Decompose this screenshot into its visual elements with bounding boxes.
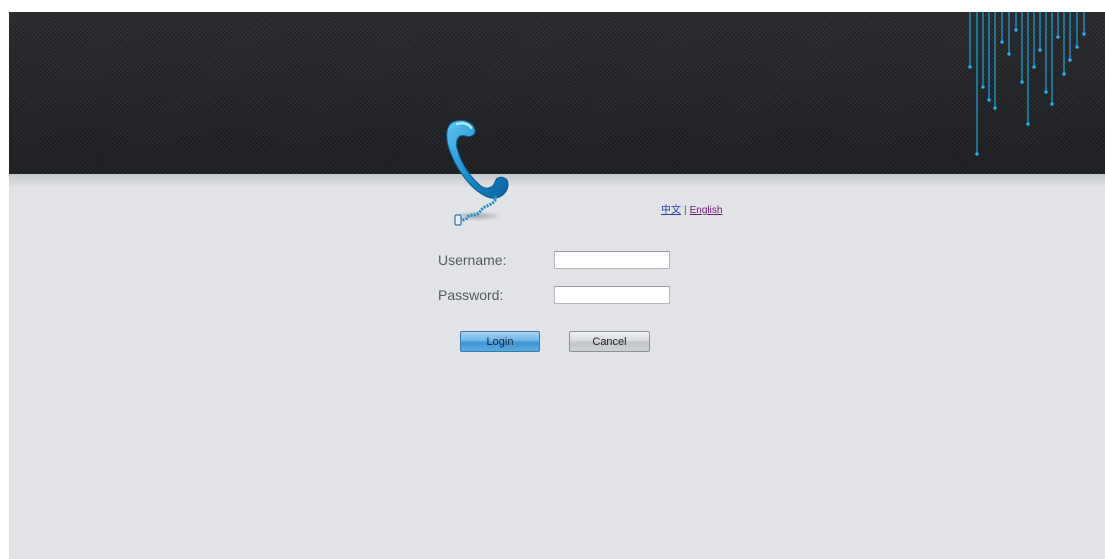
lang-separator: | <box>684 205 687 216</box>
telephone-handset-icon <box>446 119 509 226</box>
language-switcher: 中文 | English <box>661 201 722 216</box>
password-label: Password: <box>438 287 504 303</box>
username-input[interactable] <box>554 251 670 269</box>
header-banner <box>9 12 1105 175</box>
login-page: 中文 | English Username: Password: Login Can… <box>9 12 1105 559</box>
login-button[interactable]: Login <box>460 331 540 352</box>
cancel-button[interactable]: Cancel <box>569 331 650 352</box>
header-shadow <box>9 174 1105 188</box>
username-label: Username: <box>438 252 507 268</box>
lang-chinese-link[interactable]: 中文 <box>661 205 681 216</box>
password-input[interactable] <box>554 286 670 304</box>
decorative-light-lines <box>968 12 1086 156</box>
lang-english-link[interactable]: English <box>690 205 723 216</box>
